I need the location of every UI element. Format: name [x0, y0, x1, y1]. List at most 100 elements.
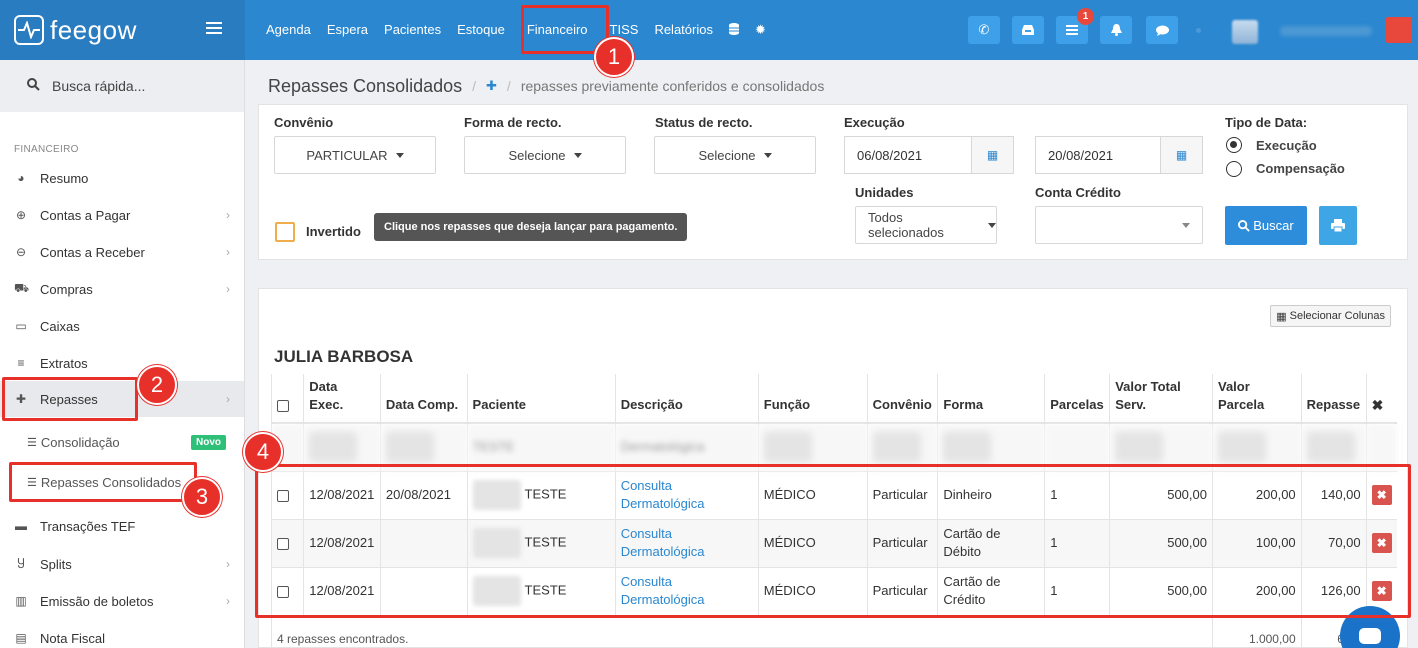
blurred-cell	[1115, 432, 1164, 463]
date-to-input[interactable]: 20/08/2021 ▦	[1035, 136, 1203, 174]
sidebar-item-resumo[interactable]: ◕ Resumo	[0, 160, 244, 196]
professional-name: JULIA BARBOSA	[274, 347, 414, 366]
search-icon	[1238, 219, 1250, 232]
radio-execucao[interactable]	[1226, 137, 1242, 153]
calendar-icon[interactable]: ▦	[1160, 137, 1202, 173]
main-nav: Agenda Espera Pacientes Estoque Financei…	[258, 0, 774, 60]
status-select[interactable]: Selecione	[654, 136, 816, 174]
calendar-icon[interactable]: ▦	[971, 137, 1013, 173]
brand-area: feegow	[0, 0, 245, 60]
sidebar-item-compras[interactable]: ⛟ Compras ›	[0, 271, 244, 307]
filter-panel: Convênio PARTICULAR Forma de recto. Sele…	[258, 104, 1408, 260]
highlight-repasses	[2, 377, 138, 421]
col-convenio[interactable]: Convênio	[866, 374, 938, 424]
nav-relatorios[interactable]: Relatórios	[646, 0, 721, 60]
menu-toggle-icon[interactable]	[206, 22, 222, 36]
table-header: Data Exec. Data Comp. Paciente Descrição…	[270, 374, 1397, 424]
col-forma[interactable]: Forma	[937, 374, 1045, 424]
breadcrumb-separator: /	[506, 78, 511, 94]
database-icon[interactable]	[721, 22, 747, 38]
col-paciente[interactable]: Paciente	[466, 374, 616, 424]
radio-compensacao-label: Compensação	[1256, 161, 1345, 176]
barcode-icon: ▥	[15, 594, 27, 608]
conta-credito-label: Conta Crédito	[1035, 185, 1121, 200]
convenio-label: Convênio	[274, 115, 334, 130]
chevron-right-icon: ›	[226, 245, 230, 259]
col-valor-parcela[interactable]: Valor Parcela	[1211, 374, 1302, 424]
puzzle-icon: ✚	[486, 78, 497, 93]
chevron-right-icon: ›	[226, 392, 230, 406]
buscar-button[interactable]: Buscar	[1225, 206, 1307, 245]
sidebar-item-contas-pagar[interactable]: ⊕ Contas a Pagar ›	[0, 197, 244, 233]
blurred-cell	[763, 432, 812, 463]
sidebar-item-boletos[interactable]: ▥ Emissão de boletos ›	[0, 583, 244, 619]
status-label: Status de recto.	[655, 115, 753, 130]
header-checkbox-cell[interactable]	[270, 374, 304, 424]
logout-button[interactable]	[1386, 17, 1412, 43]
caret-down-icon	[395, 152, 404, 158]
unidades-label: Unidades	[855, 185, 914, 200]
col-valor-total[interactable]: Valor Total Serv.	[1109, 374, 1213, 424]
caret-down-icon	[1182, 222, 1190, 228]
caret-down-icon	[763, 152, 772, 158]
date-from-input[interactable]: 06/08/2021 ▦	[844, 136, 1014, 174]
breadcrumb-separator: /	[472, 78, 477, 94]
select-columns-button[interactable]: ▦ Selecionar Colunas	[1270, 305, 1391, 327]
execucao-label: Execução	[844, 115, 905, 130]
sidebar-item-contas-receber[interactable]: ⊖ Contas a Receber ›	[0, 234, 244, 270]
user-name-blurred[interactable]	[1280, 26, 1372, 36]
page-title: Repasses Consolidados	[268, 75, 463, 96]
arrow-up-circle-icon: ⊕	[15, 208, 27, 222]
credit-card-icon: ▬	[15, 519, 27, 533]
new-badge: Novo	[191, 435, 226, 450]
blurred-cell	[385, 432, 434, 463]
step-marker-2: 2	[137, 365, 177, 405]
list-icon: ≡	[17, 356, 25, 370]
chat-icon[interactable]	[1146, 16, 1178, 44]
file-icon: ▤	[15, 631, 27, 645]
avatar[interactable]	[1232, 20, 1258, 44]
sidebar-item-extratos[interactable]: ≡ Extratos	[0, 345, 244, 381]
unidades-select[interactable]: Todos selecionados	[855, 206, 997, 244]
radio-compensacao[interactable]	[1226, 161, 1242, 177]
blurred-cell	[872, 432, 921, 463]
close-icon[interactable]: ✖	[1365, 374, 1397, 424]
sidebar-subitem-consolidacao[interactable]: ☰ Consolidação Novo	[0, 424, 244, 460]
conta-credito-select[interactable]	[1035, 206, 1203, 244]
col-funcao[interactable]: Função	[757, 374, 868, 424]
tipo-data-label: Tipo de Data:	[1225, 115, 1308, 130]
forma-select[interactable]: Selecione	[464, 136, 626, 174]
col-descricao[interactable]: Descrição	[614, 374, 759, 424]
invertido-checkbox[interactable]	[275, 222, 295, 242]
convenio-select[interactable]: PARTICULAR	[274, 136, 436, 174]
radio-execucao-label: Execução	[1256, 138, 1317, 153]
col-data-exec[interactable]: Data Exec.	[303, 374, 381, 424]
sidebar-item-nota-fiscal[interactable]: ▤ Nota Fiscal	[0, 620, 244, 648]
nav-espera[interactable]: Espera	[319, 0, 376, 60]
sidebar-item-caixas[interactable]: ▭ Caixas	[0, 308, 244, 344]
feegow-logo-icon	[14, 15, 44, 45]
caret-down-icon	[573, 152, 582, 158]
phone-icon[interactable]: ✆	[968, 16, 1000, 44]
quick-search[interactable]: Busca rápida...	[0, 60, 244, 112]
select-all-checkbox[interactable]	[277, 399, 289, 412]
bell-icon[interactable]	[1100, 16, 1132, 44]
nav-agenda[interactable]: Agenda	[258, 0, 319, 60]
highlight-table-rows	[255, 464, 1411, 618]
col-data-comp[interactable]: Data Comp.	[379, 374, 468, 424]
gear-icon[interactable]: ✹	[747, 22, 774, 38]
status-dot	[1196, 28, 1201, 33]
page-subtitle: repasses previamente conferidos e consol…	[520, 78, 825, 94]
inbox-icon[interactable]	[1012, 16, 1044, 44]
total-valor-parcela: 1.000,00	[1211, 614, 1302, 648]
sidebar-item-splits[interactable]: Ⴘ Splits ›	[0, 546, 244, 582]
col-parcelas[interactable]: Parcelas	[1044, 374, 1110, 424]
tasks-icon[interactable]: 1	[1056, 8, 1094, 44]
highlight-repasses-consolidados	[9, 462, 197, 502]
nav-estoque[interactable]: Estoque	[449, 0, 513, 60]
col-repasse[interactable]: Repasse	[1300, 374, 1367, 424]
notification-badge: 1	[1077, 8, 1094, 25]
nav-pacientes[interactable]: Pacientes	[376, 0, 449, 60]
list-icon: ☰	[27, 436, 37, 449]
print-button[interactable]	[1319, 206, 1357, 245]
